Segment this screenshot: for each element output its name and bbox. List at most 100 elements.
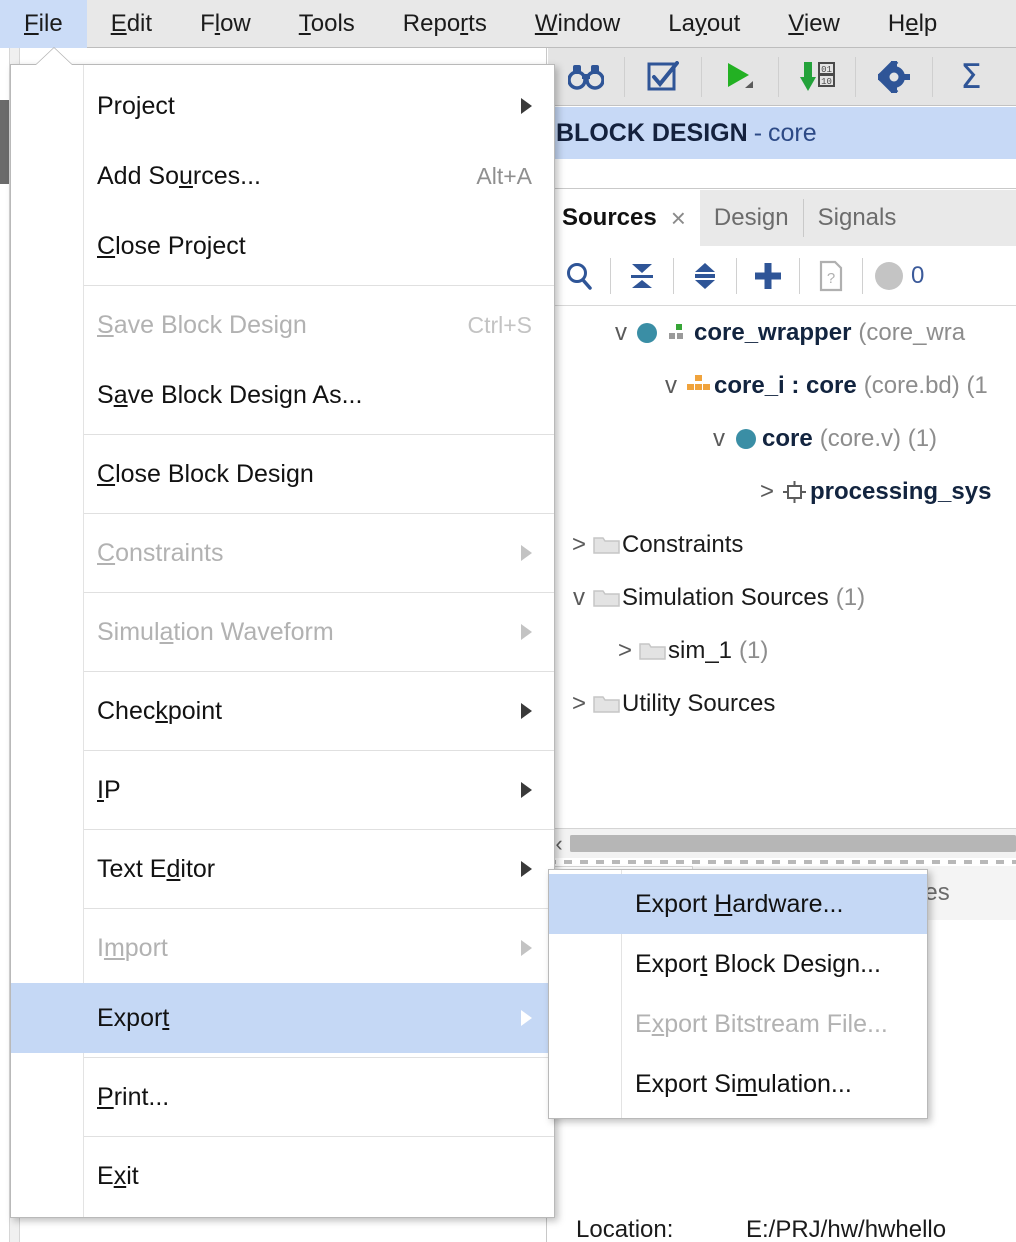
menu-item-checkpoint[interactable]: Checkpoint	[11, 676, 554, 746]
menu-item-save-block-design-as[interactable]: Save Block Design As...	[11, 360, 554, 430]
tree-item-label: sim_1	[668, 636, 733, 664]
sources-toolbar: ? 0	[548, 246, 1016, 306]
chevron-right-icon	[521, 861, 532, 877]
block-design-icon	[684, 373, 714, 399]
menu-reports[interactable]: Reports	[379, 0, 511, 48]
find-button[interactable]	[548, 48, 624, 106]
menu-item-export-bitstream-file: Export Bitstream File...	[549, 994, 927, 1054]
tree-item-sim-1[interactable]: > sim_1 (1)	[548, 624, 1016, 677]
svg-text:?: ?	[827, 270, 835, 287]
menu-item-project[interactable]: Project	[11, 71, 554, 141]
search-sources-button[interactable]	[548, 246, 610, 306]
tab-design[interactable]: Design	[700, 190, 803, 246]
run-button[interactable]	[702, 48, 778, 106]
menu-flow[interactable]: Flow	[176, 0, 275, 48]
chevron-right-icon[interactable]: >	[566, 690, 592, 718]
menu-item-label: Export	[97, 1003, 170, 1032]
menu-help[interactable]: Help	[864, 0, 961, 48]
search-icon	[567, 262, 592, 290]
menu-layout[interactable]: Layout	[644, 0, 764, 48]
svg-text:01: 01	[821, 65, 832, 75]
menu-separator	[84, 908, 554, 909]
binoculars-icon	[568, 64, 604, 90]
menu-item-close-block-design[interactable]: Close Block Design	[11, 439, 554, 509]
sources-tabstrip: Sources × Design Signals	[548, 190, 1016, 246]
tab-signals[interactable]: Signals	[804, 190, 911, 246]
menu-item-label: Text Editor	[97, 854, 216, 883]
menu-separator	[84, 829, 554, 830]
chevron-right-icon[interactable]: >	[566, 531, 592, 559]
status-badge: 0	[863, 261, 925, 290]
settings-button[interactable]	[856, 48, 932, 106]
chevron-right-icon	[521, 98, 532, 114]
menu-item-print[interactable]: Print...	[11, 1062, 554, 1132]
menu-file[interactable]: File	[0, 0, 87, 48]
menu-window[interactable]: Window	[511, 0, 644, 48]
chevron-down-icon[interactable]: v	[566, 584, 592, 612]
chevron-down-icon[interactable]: v	[658, 372, 684, 400]
chevron-right-icon[interactable]: >	[612, 637, 638, 665]
block-design-title: BLOCK DESIGN	[556, 118, 748, 147]
validate-design-button[interactable]	[625, 48, 701, 106]
help-button[interactable]: ?	[800, 246, 862, 306]
help-doc-icon: ?	[819, 260, 843, 291]
chevron-right-icon	[521, 782, 532, 798]
tree-item-core-wrapper[interactable]: v core_wrapper (core_wra	[548, 306, 1016, 359]
menu-item-export-block-design[interactable]: Export Block Design...	[549, 934, 927, 994]
property-location: Location: E:/PRJ/hw/hwhello	[576, 1216, 946, 1242]
tree-item-constraints[interactable]: > Constraints	[548, 518, 1016, 571]
menu-item-close-project[interactable]: Close Project	[11, 211, 554, 281]
expand-all-button[interactable]	[674, 246, 736, 306]
close-icon[interactable]: ×	[671, 203, 686, 234]
generate-bitstream-button[interactable]: 01 10	[779, 48, 855, 106]
menu-item-text-editor[interactable]: Text Editor	[11, 834, 554, 904]
tree-item-core-i[interactable]: v core_i : core (core.bd) (1	[548, 359, 1016, 412]
menu-item-export-hardware[interactable]: Export Hardware...	[549, 874, 927, 934]
menu-item-add-sources[interactable]: Add Sources... Alt+A	[11, 141, 554, 211]
panel-splitter[interactable]	[548, 860, 1016, 864]
chevron-down-icon[interactable]: v	[706, 425, 732, 453]
tree-item-processing-system[interactable]: > processing_sys	[548, 465, 1016, 518]
report-utilization-button[interactable]: Σ	[933, 48, 1009, 106]
add-sources-button[interactable]	[737, 246, 799, 306]
flow-nav-accent-bar	[0, 100, 9, 184]
gear-icon	[878, 60, 910, 93]
block-design-separator: -	[753, 118, 763, 147]
tab-sources[interactable]: Sources ×	[548, 190, 700, 246]
tree-item-utility-sources[interactable]: > Utility Sources	[548, 677, 1016, 730]
scroll-track[interactable]	[570, 835, 1016, 852]
menu-item-ip[interactable]: IP	[11, 755, 554, 825]
menu-view[interactable]: View	[764, 0, 864, 48]
tree-item-core[interactable]: v core (core.v) (1)	[548, 412, 1016, 465]
menu-edit[interactable]: Edit	[87, 0, 176, 48]
menu-label: Layout	[668, 9, 741, 37]
download-bitstream-icon: 01 10	[800, 61, 835, 91]
expand-all-icon	[695, 262, 715, 289]
chevron-right-icon	[521, 624, 532, 640]
chevron-right-icon[interactable]: >	[754, 478, 780, 506]
scroll-thumb[interactable]	[570, 835, 1016, 852]
menu-pointer-arrow	[36, 48, 72, 65]
menu-item-import: Import	[11, 913, 554, 983]
menu-item-label: Save Block Design As...	[97, 380, 363, 409]
collapse-all-button[interactable]	[611, 246, 673, 306]
file-dropdown-menu: Project Add Sources... Alt+A Close Proje…	[10, 64, 555, 1218]
menu-separator	[84, 592, 554, 593]
menu-separator	[84, 513, 554, 514]
status-badge-count: 0	[911, 261, 925, 289]
tree-item-detail: (1)	[835, 583, 866, 611]
ip-core-icon	[780, 479, 810, 505]
chevron-down-icon[interactable]: v	[608, 319, 634, 347]
menu-item-export-simulation[interactable]: Export Simulation...	[549, 1054, 927, 1114]
menu-separator	[84, 671, 554, 672]
menu-label: Reports	[402, 9, 487, 37]
sources-horizontal-scrollbar[interactable]: ‹	[548, 828, 1016, 858]
menu-item-exit[interactable]: Exit	[11, 1141, 554, 1211]
tree-item-detail: (1)	[739, 636, 769, 664]
menu-tools[interactable]: Tools	[275, 0, 379, 48]
menu-item-export[interactable]: Export	[11, 983, 554, 1053]
tab-label: Sources	[562, 204, 657, 231]
collapse-all-icon	[631, 263, 653, 288]
tree-item-label: core	[762, 424, 813, 452]
tree-item-simulation-sources[interactable]: v Simulation Sources (1)	[548, 571, 1016, 624]
